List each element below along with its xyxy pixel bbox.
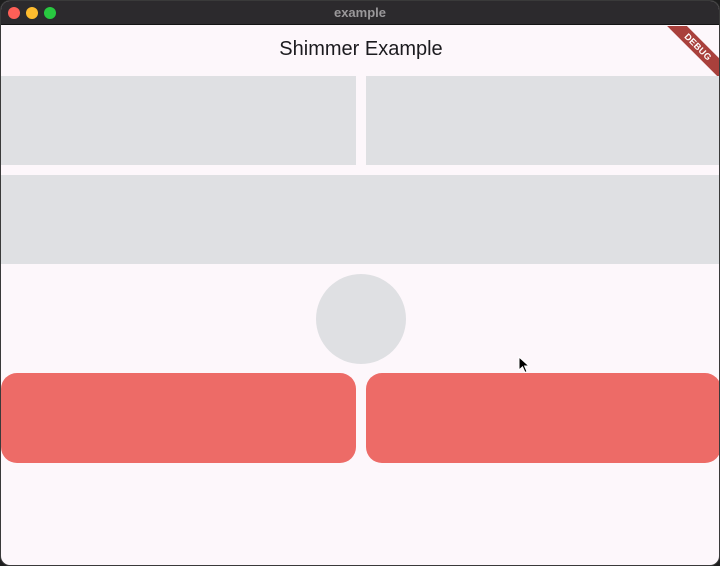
- app-content: Shimmer Example DEBUG: [1, 26, 719, 565]
- shimmer-placeholder-avatar: [316, 274, 406, 364]
- window-title: example: [333, 5, 387, 20]
- red-card-right[interactable]: [366, 373, 719, 463]
- shimmer-placeholder-top-right: [366, 76, 719, 165]
- page-title: Shimmer Example: [279, 38, 443, 60]
- app-window: example Shimmer Example DEBUG: [0, 0, 720, 566]
- shimmer-placeholder-wide: [1, 175, 719, 264]
- title-bar[interactable]: example: [1, 1, 719, 25]
- red-card-left[interactable]: [1, 373, 356, 463]
- shimmer-placeholder-top-left: [1, 76, 356, 165]
- mouse-cursor-icon: [518, 356, 531, 374]
